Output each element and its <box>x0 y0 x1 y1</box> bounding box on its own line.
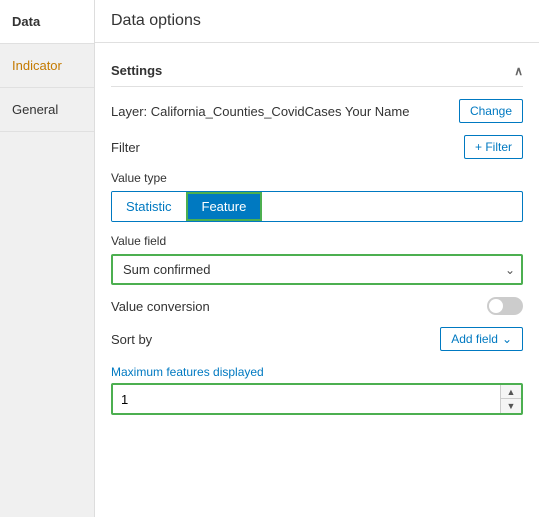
add-filter-button[interactable]: + Filter <box>464 135 523 159</box>
settings-section-header: Settings ∧ <box>111 53 523 87</box>
add-field-button[interactable]: Add field ⌄ <box>440 327 523 351</box>
value-field-dropdown-container: Sum confirmed ⌄ <box>111 254 523 285</box>
filter-label: Filter <box>111 140 464 155</box>
sidebar-item-data-label: Data <box>12 14 40 29</box>
sidebar-item-indicator[interactable]: Indicator <box>0 44 94 88</box>
value-conversion-label: Value conversion <box>111 299 487 314</box>
statistic-toggle-button[interactable]: Statistic <box>112 192 186 221</box>
value-field-select[interactable]: Sum confirmed <box>111 254 523 285</box>
value-field-section: Value field Sum confirmed ⌄ <box>111 234 523 285</box>
sidebar: Data Indicator General <box>0 0 95 517</box>
value-conversion-toggle[interactable] <box>487 297 523 315</box>
max-features-input[interactable] <box>113 385 500 413</box>
add-field-chevron-icon: ⌄ <box>502 332 512 346</box>
sidebar-item-data[interactable]: Data <box>0 0 94 44</box>
value-field-label: Value field <box>111 234 523 248</box>
sort-by-label: Sort by <box>111 332 440 347</box>
sort-by-row: Sort by Add field ⌄ <box>111 327 523 351</box>
sidebar-item-general-label: General <box>12 102 58 117</box>
value-type-label: Value type <box>111 171 523 185</box>
change-button[interactable]: Change <box>459 99 523 123</box>
panel-header: Data options <box>95 0 539 43</box>
sidebar-item-indicator-label: Indicator <box>12 58 62 73</box>
content-area: Settings ∧ Layer: California_Counties_Co… <box>95 43 539 425</box>
value-type-toggle-group: Statistic Feature <box>111 191 523 222</box>
max-features-label: Maximum features displayed <box>111 365 523 379</box>
value-conversion-row: Value conversion <box>111 297 523 315</box>
panel-title: Data options <box>111 12 201 29</box>
spinner-down-button[interactable]: ▼ <box>501 399 521 413</box>
settings-label: Settings <box>111 63 162 78</box>
sidebar-item-general[interactable]: General <box>0 88 94 132</box>
filter-row: Filter + Filter <box>111 135 523 159</box>
number-spinners: ▲ ▼ <box>500 385 521 413</box>
chevron-up-icon: ∧ <box>514 64 523 78</box>
max-features-section: Maximum features displayed ▲ ▼ <box>111 365 523 415</box>
layer-label: Layer: California_Counties_CovidCases Yo… <box>111 104 459 119</box>
add-field-label: Add field <box>451 332 498 346</box>
max-features-input-wrapper: ▲ ▼ <box>111 383 523 415</box>
layer-row: Layer: California_Counties_CovidCases Yo… <box>111 99 523 123</box>
main-panel: Data options Settings ∧ Layer: Californi… <box>95 0 539 517</box>
spinner-up-button[interactable]: ▲ <box>501 385 521 399</box>
feature-toggle-button[interactable]: Feature <box>186 192 263 221</box>
value-type-section: Value type Statistic Feature <box>111 171 523 222</box>
